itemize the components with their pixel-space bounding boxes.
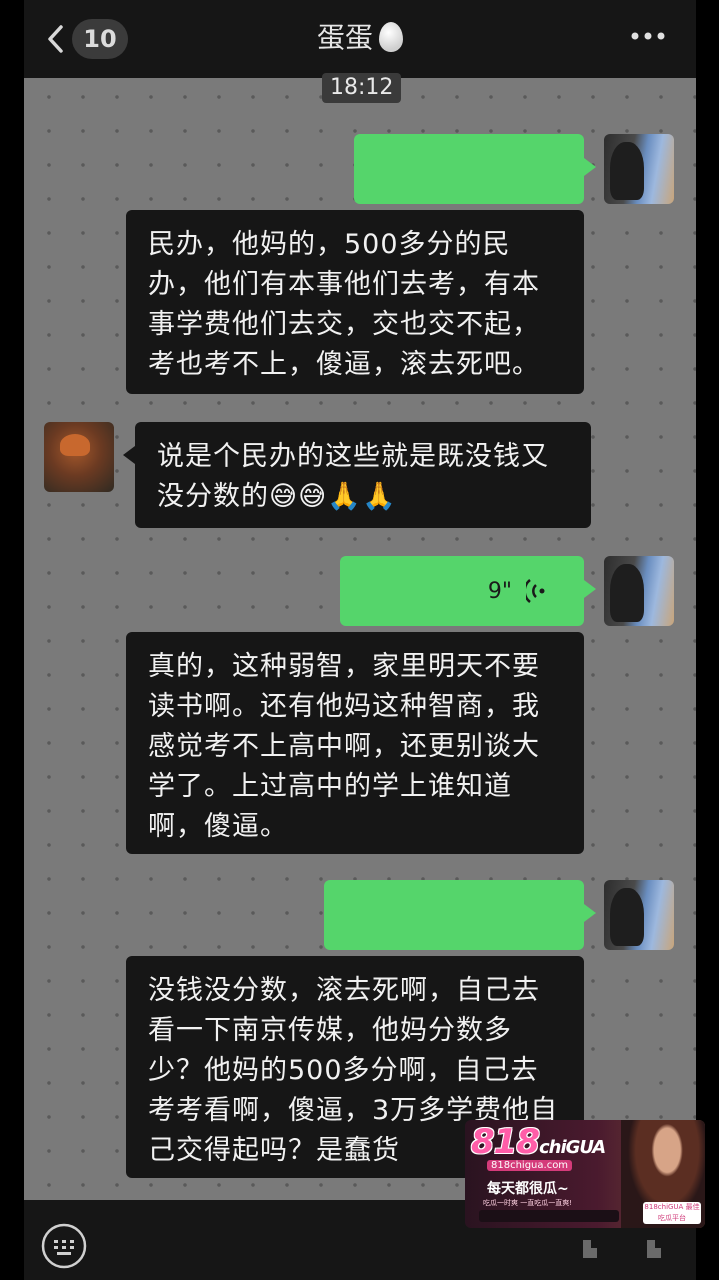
voice-message-bubble[interactable]: 9" — [340, 556, 596, 626]
plus-button[interactable] — [644, 1238, 664, 1264]
watermark-site: 818chigua.com — [487, 1160, 573, 1171]
pray-emoji-icon: 🙏 — [361, 481, 397, 512]
pray-emoji-icon: 🙏 — [327, 481, 362, 512]
my-avatar[interactable] — [604, 880, 674, 950]
sticker-icon — [583, 1240, 597, 1258]
watermark-strip — [479, 1210, 619, 1222]
top-bar: 10 蛋蛋 — [24, 0, 696, 78]
contact-name: 蛋蛋 — [316, 21, 373, 54]
more-button[interactable] — [630, 26, 666, 45]
plus-icon — [647, 1240, 661, 1258]
text-message-bubble[interactable]: 说是个民办的这些就是既没钱又没分数的😅😅🙏🙏 — [123, 422, 591, 528]
voice-transcription-text: 真的，这种弱智，家里明天不要读书啊。还有他妈这种智商，我感觉考不上高中啊，还更别… — [126, 632, 584, 854]
chat-title: 蛋蛋 — [24, 18, 696, 58]
watermark-logo: 818chiGUA — [471, 1122, 606, 1162]
chat-screen: 10 蛋蛋 18:12 民办，他妈的，500多分的民办，他们有本事他们去考，有本… — [24, 0, 696, 1280]
more-dots-icon — [631, 32, 665, 40]
keyboard-toggle-button[interactable] — [40, 1222, 88, 1274]
voice-meta: 9" — [488, 556, 548, 626]
voice-message-bubble[interactable] — [354, 134, 596, 204]
watermark-slogan: 每天都很瓜~ — [487, 1181, 569, 1197]
voice-duration: 9" — [487, 578, 512, 604]
contact-avatar[interactable] — [44, 422, 114, 492]
timestamp: 18:12 — [322, 73, 402, 103]
my-avatar[interactable] — [604, 556, 674, 626]
voice-message-bubble[interactable] — [324, 880, 596, 950]
grinning-sweat-emoji-icon: 😅 — [269, 481, 299, 512]
site-watermark: 818chiGUA 818chigua.com 每天都很瓜~ 吃瓜一时爽 一直吃… — [465, 1120, 705, 1228]
watermark-badge: 818chiGUA 最佳吃瓜平台 — [643, 1202, 701, 1224]
grinning-sweat-emoji-icon: 😅 — [298, 481, 328, 512]
voice-wave-icon — [526, 579, 545, 603]
sticker-button[interactable] — [580, 1238, 600, 1264]
voice-transcription-text: 民办，他妈的，500多分的民办，他们有本事他们去考，有本事学费他们去交，交也交不… — [126, 210, 584, 394]
keyboard-icon — [41, 1223, 87, 1269]
egg-emoji-icon — [379, 22, 403, 52]
watermark-tagline: 吃瓜一时爽 一直吃瓜一直爽! — [483, 1199, 573, 1207]
my-avatar[interactable] — [604, 134, 674, 204]
